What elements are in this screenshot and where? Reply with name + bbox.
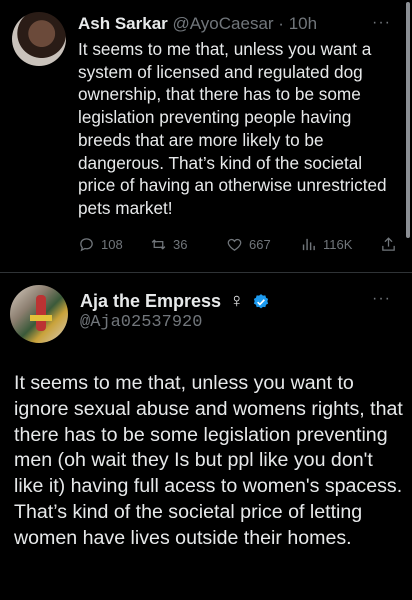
heart-icon [227,238,242,251]
verified-badge-icon[interactable] [252,293,270,311]
like-count: 667 [249,237,271,252]
timestamp[interactable]: 10h [289,14,317,33]
tweet-header: Ash Sarkar @AyoCaesar · 10h [78,14,317,34]
share-button[interactable] [380,236,397,253]
share-icon [382,237,395,251]
author-handle[interactable]: @AyoCaesar [173,14,274,33]
views-count: 116K [323,237,353,252]
author-name[interactable]: Ash Sarkar [78,14,168,33]
reply-button[interactable]: 108 [78,236,123,253]
tweet-actions: 108 36 667 116K [78,236,404,256]
retweet-icon [151,239,166,250]
avatar[interactable] [12,12,66,66]
reply-icon [80,238,93,252]
views-icon [302,238,315,251]
author-name-row: Aja the Empress ♀ [80,290,270,313]
more-options-icon[interactable]: ··· [372,290,391,308]
retweet-button[interactable]: 36 [150,236,187,253]
like-button[interactable]: 667 [226,236,271,253]
reply-count: 108 [101,237,123,252]
divider [0,272,412,273]
author-name[interactable]: Aja the Empress [80,291,221,312]
avatar[interactable] [10,285,68,343]
retweet-count: 36 [173,237,188,252]
scrollbar[interactable] [406,2,410,238]
separator: · [278,14,284,33]
tweet-text: It seems to me that, unless you want a s… [78,39,387,218]
tweet-text: It seems to me that, unless you want to … [14,372,403,549]
author-handle[interactable]: @Aja02537920 [80,313,202,332]
views-button[interactable]: 116K [300,236,352,253]
more-options-icon[interactable]: ··· [372,14,391,32]
female-sign-icon: ♀ [229,290,245,312]
